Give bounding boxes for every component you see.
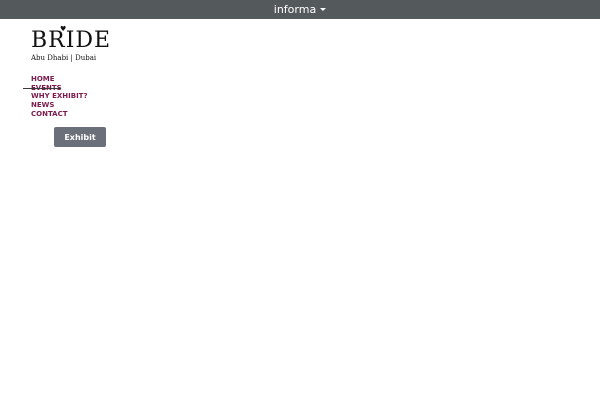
nav-item-contact[interactable]: CONTACT	[31, 110, 88, 119]
top-bar: informa	[0, 0, 600, 19]
logo-wordmark: BRIDE ♥	[31, 26, 110, 52]
nav-item-events[interactable]: EVENTS	[23, 84, 88, 93]
nav-item-news[interactable]: NEWS	[31, 101, 88, 110]
exhibit-button[interactable]: Exhibit	[54, 127, 106, 147]
informa-brand-menu[interactable]: informa	[273, 3, 327, 16]
bride-logo[interactable]: BRIDE ♥ Abu Dhabi | Dubai	[31, 26, 110, 64]
main-nav: HOME EVENTS WHY EXHIBIT? NEWS CONTACT	[23, 75, 88, 119]
logo-subtitle: Abu Dhabi | Dubai	[31, 54, 97, 62]
chevron-down-icon	[320, 8, 327, 11]
logo-wordmark-text: BRIDE	[31, 28, 112, 53]
informa-brand-label: informa	[273, 3, 317, 16]
heart-icon: ♥	[60, 25, 68, 33]
nav-item-why-exhibit[interactable]: WHY EXHIBIT?	[31, 92, 88, 101]
nav-item-home[interactable]: HOME	[31, 75, 88, 84]
